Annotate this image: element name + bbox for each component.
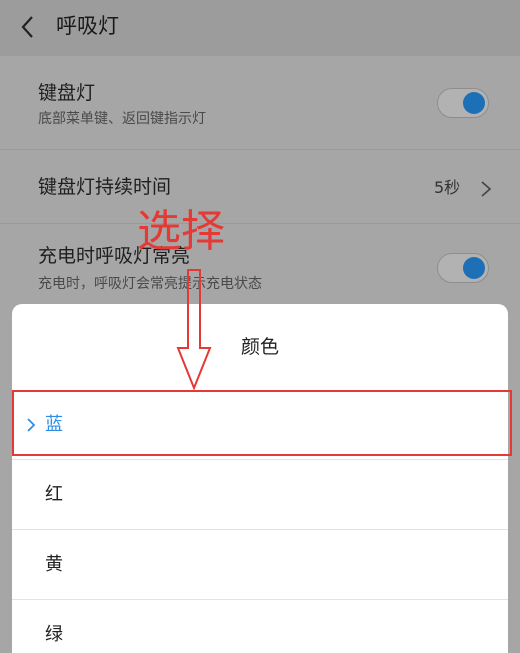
- toggle-knob: [463, 92, 485, 114]
- setting-row-charging-breath-light[interactable]: 充电时呼吸灯常亮 充电时，呼吸灯会常亮提示充电状态: [0, 223, 520, 316]
- page-title: 呼吸灯: [56, 14, 119, 38]
- option-red[interactable]: 红: [12, 460, 508, 530]
- down-arrow-icon: [176, 269, 212, 390]
- option-label: 黄: [45, 554, 63, 575]
- color-dialog: 颜色 蓝 红 黄 绿: [12, 304, 508, 653]
- app-header: 呼吸灯: [0, 0, 520, 56]
- charging-light-toggle[interactable]: [437, 253, 489, 283]
- setting-row-keyboard-light[interactable]: 键盘灯 底部菜单键、返回键指示灯: [0, 56, 520, 150]
- option-label: 红: [45, 484, 63, 505]
- settings-list: 键盘灯 底部菜单键、返回键指示灯 键盘灯持续时间 5秒 充电时呼吸灯常亮 充电时…: [0, 56, 520, 316]
- setting-subtitle: 充电时，呼吸灯会常亮提示充电状态: [38, 276, 262, 292]
- setting-row-keyboard-light-duration[interactable]: 键盘灯持续时间 5秒: [0, 149, 520, 224]
- annotation-label: 选择: [137, 206, 225, 257]
- setting-title: 键盘灯持续时间: [38, 176, 172, 198]
- option-green[interactable]: 绿: [12, 600, 508, 653]
- annotation-highlight-box: [12, 390, 512, 456]
- chevron-right-icon: [481, 181, 492, 197]
- keyboard-light-toggle[interactable]: [437, 88, 489, 118]
- setting-subtitle: 底部菜单键、返回键指示灯: [38, 111, 206, 127]
- screen: 呼吸灯 键盘灯 底部菜单键、返回键指示灯 键盘灯持续时间 5秒 充电时呼吸灯常亮…: [0, 0, 520, 653]
- setting-value: 5秒: [434, 178, 461, 197]
- dialog-title: 颜色: [240, 336, 279, 358]
- option-yellow[interactable]: 黄: [12, 530, 508, 600]
- option-label: 绿: [45, 624, 63, 645]
- setting-title: 键盘灯: [38, 82, 96, 104]
- back-arrow-icon[interactable]: [18, 14, 38, 40]
- toggle-knob: [463, 257, 485, 279]
